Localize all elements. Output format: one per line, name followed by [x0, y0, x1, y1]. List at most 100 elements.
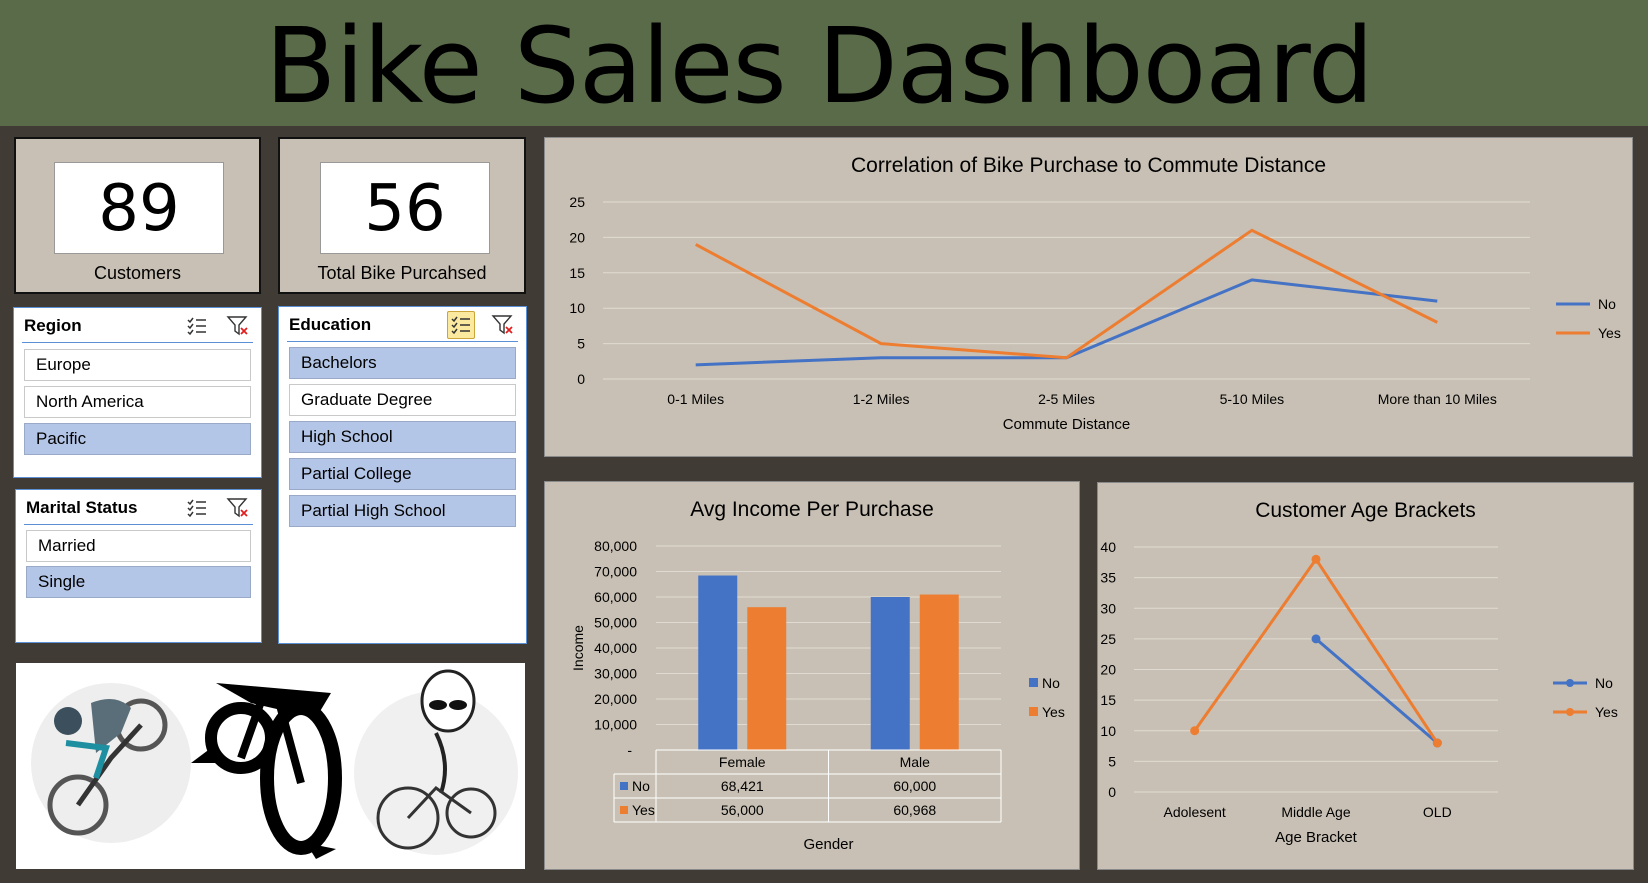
marital-slicer-title: Marital Status	[26, 498, 138, 517]
bar-no	[870, 597, 910, 750]
dashboard-header: Bike Sales Dashboard	[0, 0, 1648, 127]
legend-swatch	[1029, 707, 1038, 716]
bar-no	[698, 575, 738, 750]
y-tick-label: 15	[569, 265, 585, 281]
y-tick-label: 0	[577, 371, 585, 387]
legend-label: Yes	[1598, 325, 1621, 341]
table-value-cell: 56,000	[721, 802, 764, 818]
legend-swatch	[1029, 678, 1038, 687]
table-row-label: No	[632, 778, 650, 794]
slicer-item-bachelors[interactable]: Bachelors	[289, 347, 516, 379]
slicer-divider	[287, 341, 518, 342]
y-axis-title: Income	[570, 625, 586, 671]
y-tick-label: 80,000	[594, 538, 637, 554]
slicer-item-pacific[interactable]: Pacific	[24, 423, 251, 455]
table-header-cell: Male	[900, 754, 931, 770]
y-tick-label: 10	[1100, 723, 1116, 739]
y-tick-label: 50,000	[594, 615, 637, 631]
x-tick-label: Middle Age	[1281, 804, 1350, 820]
x-tick-label: More than 10 Miles	[1378, 391, 1497, 407]
bar-yes	[919, 594, 959, 750]
legend-marker	[1566, 708, 1574, 716]
clear-filter-icon[interactable]	[225, 496, 251, 520]
y-tick-label: 20	[1100, 662, 1116, 678]
data-point-yes	[1432, 738, 1442, 748]
slicer-item-single[interactable]: Single	[26, 566, 251, 598]
dashboard-title: Bike Sales Dashboard	[265, 5, 1374, 127]
slicer-item-europe[interactable]: Europe	[24, 349, 251, 381]
bikes-purchased-label: Total Bike Purcahsed	[317, 263, 487, 283]
multi-select-icon[interactable]	[184, 496, 210, 520]
bikes-purchased-card: 56 Total Bike Purcahsed	[278, 137, 526, 294]
y-tick-label: 20	[569, 229, 585, 245]
y-tick-label: 60,000	[594, 589, 637, 605]
data-point-no	[1311, 634, 1321, 644]
x-axis-title: Gender	[803, 836, 853, 853]
data-point-yes	[1311, 554, 1321, 564]
y-tick-label: 40,000	[594, 640, 637, 656]
y-tick-label: 30,000	[594, 666, 637, 682]
y-tick-label: 5	[1108, 753, 1116, 769]
bar-yes	[747, 607, 787, 750]
alien-on-bicycle-illustration	[354, 669, 518, 855]
slicer-item-partial-high-school[interactable]: Partial High School	[289, 495, 516, 527]
slicer-item-graduate-degree[interactable]: Graduate Degree	[289, 384, 516, 416]
y-tick-label: 10	[569, 300, 585, 316]
x-tick-label: OLD	[1423, 804, 1452, 820]
legend-label: No	[1042, 675, 1060, 691]
customers-value: 89	[54, 162, 224, 254]
legend-marker	[1566, 679, 1574, 687]
education-slicer: Education Bachelors Graduate Degree High…	[278, 306, 527, 644]
table-legend-key	[620, 782, 628, 790]
series-line-no	[1315, 637, 1439, 745]
slicer-divider	[22, 342, 253, 343]
x-axis-title: Commute Distance	[1003, 416, 1131, 433]
y-tick-label: 25	[569, 194, 585, 210]
y-tick-label: 20,000	[594, 691, 637, 707]
bikes-purchased-value: 56	[320, 162, 490, 254]
x-tick-label: 0-1 Miles	[667, 391, 724, 407]
commute-distance-chart: Correlation of Bike Purchase to Commute …	[544, 137, 1633, 457]
series-line-no	[695, 278, 1438, 367]
slicer-item-high-school[interactable]: High School	[289, 421, 516, 453]
slicer-item-partial-college[interactable]: Partial College	[289, 458, 516, 490]
y-tick-label: 40	[1100, 539, 1116, 555]
series-line-yes	[694, 228, 1438, 360]
table-value-cell: 68,421	[721, 778, 764, 794]
slicer-divider	[24, 524, 253, 525]
marital-status-slicer: Marital Status Married Single	[15, 489, 262, 643]
slicer-item-north-america[interactable]: North America	[24, 386, 251, 418]
table-value-cell: 60,968	[893, 802, 936, 818]
y-tick-label: -	[627, 742, 632, 758]
multi-select-icon[interactable]	[447, 311, 475, 339]
legend-label: No	[1595, 675, 1613, 691]
bicycle-logo	[191, 683, 342, 859]
illustration-panel	[16, 663, 525, 869]
y-tick-label: 35	[1100, 570, 1116, 586]
education-slicer-title: Education	[289, 315, 372, 334]
table-value-cell: 60,000	[893, 778, 936, 794]
y-tick-label: 0	[1108, 784, 1116, 800]
y-tick-label: 10,000	[594, 717, 637, 733]
avg-income-chart: Avg Income Per Purchase -10,000 20,000 30,…	[544, 481, 1080, 870]
region-slicer-title: Region	[24, 316, 82, 335]
multi-select-icon[interactable]	[184, 314, 210, 338]
clear-filter-icon[interactable]	[490, 313, 516, 337]
series-line-yes	[1193, 556, 1439, 744]
x-tick-label: 1-2 Miles	[853, 391, 910, 407]
x-axis-title: Age Bracket	[1275, 829, 1358, 846]
x-tick-label: 5-10 Miles	[1220, 391, 1285, 407]
mountain-biker-illustration	[31, 683, 191, 843]
table-header-cell: Female	[719, 754, 766, 770]
data-point-yes	[1190, 726, 1200, 736]
customers-card: 89 Customers	[14, 137, 261, 294]
y-tick-label: 25	[1100, 631, 1116, 647]
legend-label: Yes	[1042, 704, 1065, 720]
slicer-item-married[interactable]: Married	[26, 530, 251, 562]
age-brackets-chart: Customer Age Brackets 0 5 10 15 20 25 30 35 40 Ad…	[1097, 482, 1634, 870]
y-tick-label: 5	[577, 336, 585, 352]
legend-label: No	[1598, 296, 1616, 312]
y-tick-label: 70,000	[594, 564, 637, 580]
y-tick-label: 15	[1100, 692, 1116, 708]
clear-filter-icon[interactable]	[225, 314, 251, 338]
